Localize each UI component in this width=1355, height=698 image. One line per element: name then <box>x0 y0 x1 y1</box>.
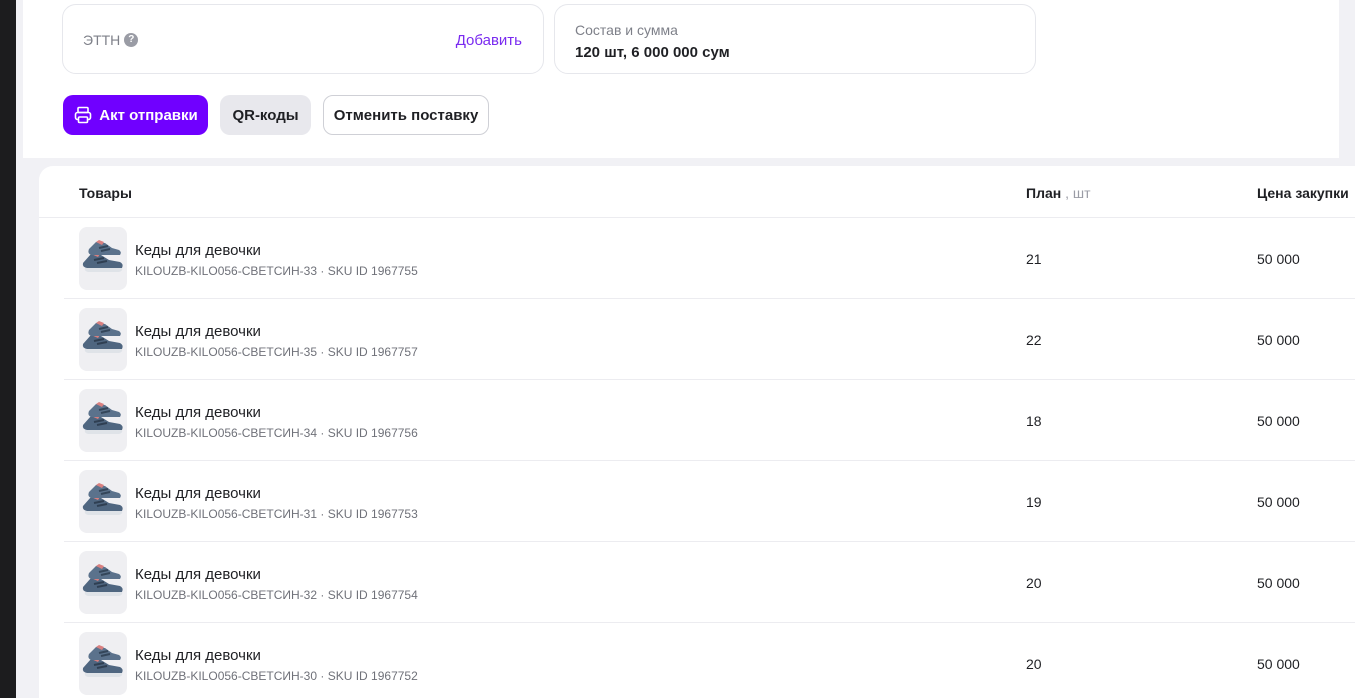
product-thumbnail[interactable] <box>79 632 127 695</box>
cancel-supply-button[interactable]: Отменить поставку <box>323 95 489 135</box>
act-button-label: Акт отправки <box>99 106 198 124</box>
meta-separator: · <box>320 507 325 521</box>
product-meta: KILOUZB-KILO056-СВЕТСИН-32 · SKU ID 1967… <box>135 588 418 602</box>
plan-quantity: 21 <box>1026 251 1042 267</box>
product-sku: KILOUZB-KILO056-СВЕТСИН-32 <box>135 588 318 602</box>
header-price: Цена закупки <box>1257 185 1349 201</box>
product-sku-id: SKU ID 1967755 <box>327 264 418 278</box>
product-name: Кеды для девочки <box>135 404 261 421</box>
meta-separator: · <box>320 588 325 602</box>
purchase-price: 50 000 <box>1257 656 1300 672</box>
table-row[interactable]: Кеды для девочки KILOUZB-KILO056-СВЕТСИН… <box>64 542 1355 623</box>
plan-quantity: 19 <box>1026 494 1042 510</box>
product-meta: KILOUZB-KILO056-СВЕТСИН-33 · SKU ID 1967… <box>135 264 418 278</box>
app-edge <box>0 0 16 698</box>
plan-quantity: 20 <box>1026 575 1042 591</box>
purchase-price: 50 000 <box>1257 494 1300 510</box>
qr-codes-button[interactable]: QR-коды <box>220 95 311 135</box>
product-name: Кеды для девочки <box>135 566 261 583</box>
product-sku: KILOUZB-KILO056-СВЕТСИН-33 <box>135 264 318 278</box>
product-meta: KILOUZB-KILO056-СВЕТСИН-30 · SKU ID 1967… <box>135 669 418 683</box>
product-sku-id: SKU ID 1967752 <box>327 669 418 683</box>
product-sku-id: SKU ID 1967754 <box>327 588 418 602</box>
ettn-card: ЭТТН ? Добавить <box>62 4 544 74</box>
table-row[interactable]: Кеды для девочки KILOUZB-KILO056-СВЕТСИН… <box>64 218 1355 299</box>
product-name: Кеды для девочки <box>135 485 261 502</box>
product-thumbnail[interactable] <box>79 227 127 290</box>
table-header: Товары План , шт Цена закупки <box>39 166 1355 218</box>
sneaker-icon <box>82 321 123 353</box>
product-thumbnail[interactable] <box>79 551 127 614</box>
printer-icon <box>74 106 92 124</box>
meta-separator: · <box>320 669 325 683</box>
product-sku: KILOUZB-KILO056-СВЕТСИН-31 <box>135 507 318 521</box>
table-row[interactable]: Кеды для девочки KILOUZB-KILO056-СВЕТСИН… <box>64 461 1355 542</box>
product-meta: KILOUZB-KILO056-СВЕТСИН-31 · SKU ID 1967… <box>135 507 418 521</box>
sneaker-icon <box>82 564 123 596</box>
purchase-price: 50 000 <box>1257 251 1300 267</box>
product-name: Кеды для девочки <box>135 323 261 340</box>
sneaker-icon <box>82 483 123 515</box>
summary-card: Состав и сумма 120 шт, 6 000 000 сум <box>554 4 1036 74</box>
product-sku: KILOUZB-KILO056-СВЕТСИН-35 <box>135 345 318 359</box>
plan-quantity: 18 <box>1026 413 1042 429</box>
table-row[interactable]: Кеды для девочки KILOUZB-KILO056-СВЕТСИН… <box>64 380 1355 461</box>
help-icon[interactable]: ? <box>124 33 139 47</box>
product-sku-id: SKU ID 1967756 <box>327 426 418 440</box>
plan-quantity: 20 <box>1026 656 1042 672</box>
meta-separator: · <box>320 426 325 440</box>
header-plan-unit: , шт <box>1065 185 1091 201</box>
summary-value: 120 шт, 6 000 000 сум <box>575 44 730 61</box>
product-sku: KILOUZB-KILO056-СВЕТСИН-34 <box>135 426 318 440</box>
product-name: Кеды для девочки <box>135 647 261 664</box>
product-sku-id: SKU ID 1967753 <box>327 507 418 521</box>
meta-separator: · <box>320 345 325 359</box>
header-plan-label: План <box>1026 185 1062 201</box>
product-meta: KILOUZB-KILO056-СВЕТСИН-34 · SKU ID 1967… <box>135 426 418 440</box>
summary-label: Состав и сумма <box>575 22 678 38</box>
product-thumbnail[interactable] <box>79 470 127 533</box>
sneaker-icon <box>82 645 123 677</box>
header-plan: План , шт <box>1026 185 1091 201</box>
products-table: Товары План , шт Цена закупки Кеды для д… <box>39 166 1355 698</box>
product-thumbnail[interactable] <box>79 308 127 371</box>
ettn-label-text: ЭТТН <box>83 32 121 48</box>
product-sku: KILOUZB-KILO056-СВЕТСИН-30 <box>135 669 318 683</box>
purchase-price: 50 000 <box>1257 332 1300 348</box>
product-name: Кеды для девочки <box>135 242 261 259</box>
table-row[interactable]: Кеды для девочки KILOUZB-KILO056-СВЕТСИН… <box>64 623 1355 698</box>
sneaker-icon <box>82 402 123 434</box>
table-row[interactable]: Кеды для девочки KILOUZB-KILO056-СВЕТСИН… <box>64 299 1355 380</box>
product-sku-id: SKU ID 1967757 <box>327 345 418 359</box>
act-button[interactable]: Акт отправки <box>63 95 208 135</box>
purchase-price: 50 000 <box>1257 413 1300 429</box>
plan-quantity: 22 <box>1026 332 1042 348</box>
header-goods: Товары <box>79 185 132 201</box>
product-meta: KILOUZB-KILO056-СВЕТСИН-35 · SKU ID 1967… <box>135 345 418 359</box>
ettn-label: ЭТТН ? <box>83 32 139 48</box>
meta-separator: · <box>320 264 325 278</box>
purchase-price: 50 000 <box>1257 575 1300 591</box>
sneaker-icon <box>82 240 123 272</box>
product-thumbnail[interactable] <box>79 389 127 452</box>
ettn-add-link[interactable]: Добавить <box>456 32 522 49</box>
